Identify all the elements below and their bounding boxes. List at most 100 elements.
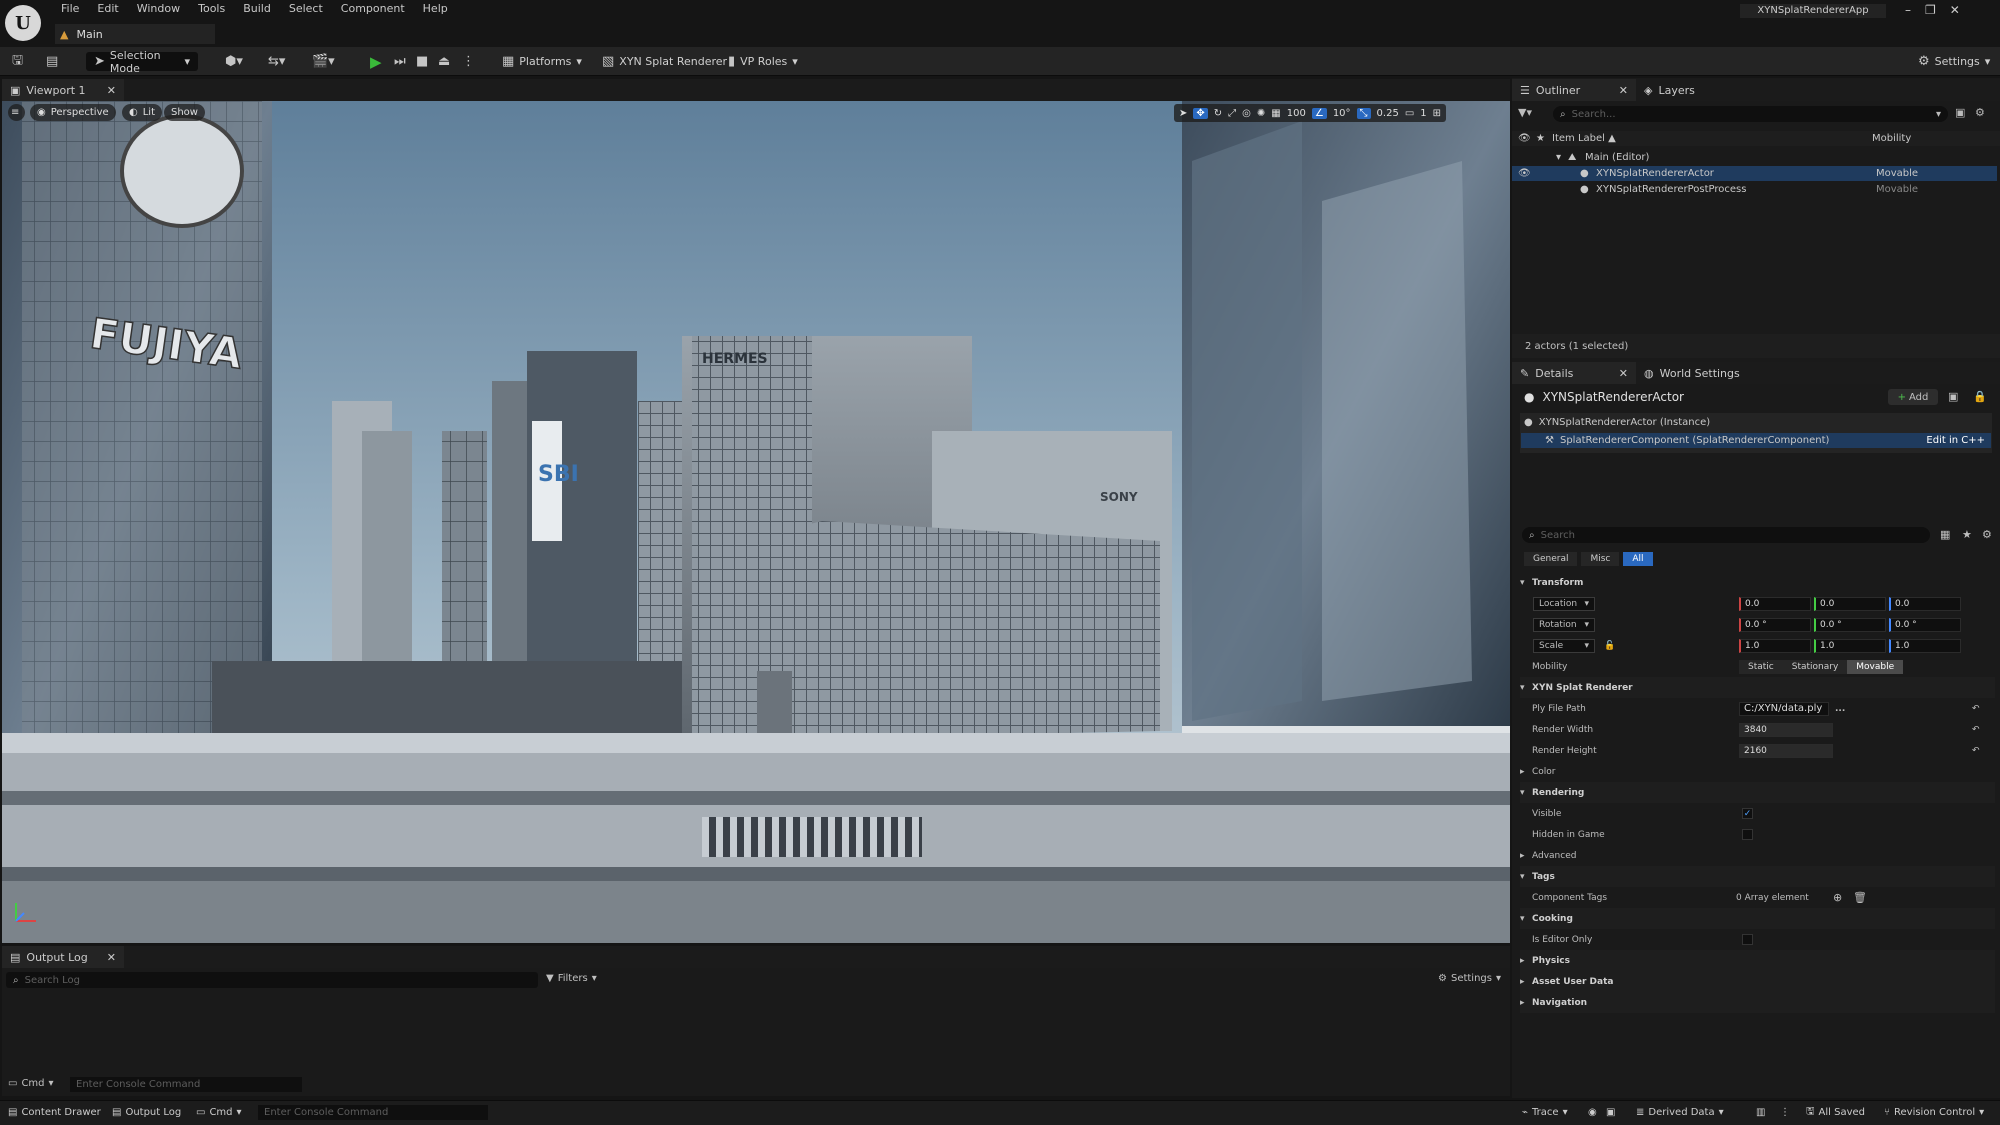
reset-icon[interactable]: ↶: [1972, 725, 1980, 735]
scale-x[interactable]: 1.0: [1739, 638, 1811, 653]
close-icon[interactable]: ✕: [1619, 84, 1628, 97]
stats-icon[interactable]: ▥: [1756, 1104, 1765, 1121]
component-item[interactable]: ⚒ SplatRendererComponent (SplatRendererC…: [1521, 433, 1991, 448]
settings-button[interactable]: ⚙ Settings ▾: [1918, 52, 1990, 71]
surface-snap-icon[interactable]: ✺: [1257, 108, 1265, 119]
tree-item-main-editor[interactable]: ▾ ⛰ Main (Editor): [1512, 150, 2000, 165]
stop-button[interactable]: ■: [416, 52, 428, 71]
derived-data-dropdown[interactable]: ≣ Derived Data ▾: [1636, 1104, 1724, 1121]
editor-only-checkbox[interactable]: [1742, 934, 1753, 945]
tab-world-settings[interactable]: ◍ World Settings: [1636, 362, 1748, 384]
favorites-icon[interactable]: ★: [1962, 528, 1972, 541]
output-log-button[interactable]: ▤ Output Log: [112, 1104, 181, 1121]
menu-window[interactable]: Window: [128, 2, 189, 16]
selection-mode-dropdown[interactable]: ➤ Selection Mode ▾: [86, 49, 198, 75]
edit-in-cpp-link[interactable]: Edit in C++: [1926, 435, 1985, 446]
scale-z[interactable]: 1.0: [1889, 638, 1961, 653]
log-search-input[interactable]: ⌕ Search Log: [6, 972, 538, 988]
content-browser-icon[interactable]: ▤: [46, 52, 58, 71]
cmd-dropdown[interactable]: ▭ Cmd ▾: [8, 1078, 54, 1089]
move-tool-icon[interactable]: ✥: [1193, 107, 1208, 119]
tags-section[interactable]: ▾ Tags: [1520, 866, 1995, 887]
location-y[interactable]: 0.0: [1814, 596, 1886, 611]
close-icon[interactable]: ✕: [1950, 3, 1960, 17]
revision-control-dropdown[interactable]: ⑂ Revision Control ▾: [1884, 1104, 1984, 1121]
filter-misc[interactable]: Misc: [1581, 552, 1620, 566]
level-viewport[interactable]: SBI HERMES SONY FUJIYA: [2, 101, 1510, 943]
step-button[interactable]: ⏭: [394, 52, 406, 71]
menu-file[interactable]: File: [52, 2, 88, 16]
xyn-section[interactable]: ▾ XYN Splat Renderer: [1520, 677, 1995, 698]
actor-name[interactable]: XYNSplatRendererActor: [1542, 390, 1684, 404]
tab-details[interactable]: ✎ Details ✕: [1512, 362, 1636, 384]
details-settings-icon[interactable]: ⚙: [1982, 528, 1992, 541]
scale-tool-icon[interactable]: ⤢: [1228, 108, 1236, 119]
grid-size-value[interactable]: 100: [1287, 108, 1306, 119]
world-local-icon[interactable]: ◎: [1242, 108, 1251, 119]
tab-layers[interactable]: ◈ Layers: [1636, 79, 1703, 101]
transform-section[interactable]: ▾ Transform: [1520, 572, 1995, 593]
menu-help[interactable]: Help: [414, 2, 457, 16]
scale-snap-icon[interactable]: ⤡: [1356, 107, 1371, 119]
status-console-input[interactable]: Enter Console Command: [258, 1105, 488, 1120]
add-element-icon[interactable]: ⊕: [1833, 891, 1842, 904]
tree-item-actor[interactable]: 👁 ● XYNSplatRendererActor Movable: [1512, 166, 1997, 181]
rotation-dropdown[interactable]: Rotation ▾: [1533, 617, 1595, 632]
xyn-splat-button[interactable]: ▧ XYN Splat Renderer: [602, 52, 727, 71]
record-icon[interactable]: ◉: [1588, 1104, 1597, 1121]
trash-icon[interactable]: 🗑: [1853, 891, 1867, 904]
tab-output-log[interactable]: ▤ Output Log ✕: [2, 946, 124, 968]
cinematics-button[interactable]: 🎬▾: [312, 52, 335, 71]
render-height-input[interactable]: 2160: [1739, 743, 1833, 758]
lock-ratio-icon[interactable]: 🔓: [1604, 641, 1615, 651]
vp-roles-dropdown[interactable]: ▮ VP Roles ▾: [728, 52, 798, 71]
filter-all[interactable]: All: [1623, 552, 1653, 566]
rendering-section[interactable]: ▾ Rendering: [1520, 782, 1995, 803]
item-label-column[interactable]: Item Label ▲: [1552, 133, 1616, 144]
blueprint-button[interactable]: ⇆▾: [268, 52, 285, 71]
physics-section[interactable]: ▸ Physics: [1520, 950, 1995, 971]
property-matrix-icon[interactable]: ▦: [1940, 528, 1950, 541]
cooking-section[interactable]: ▾ Cooking: [1520, 908, 1995, 929]
play-options-icon[interactable]: ⋮: [462, 52, 475, 71]
hidden-in-game-checkbox[interactable]: [1742, 829, 1753, 840]
lock-icon[interactable]: 🔒: [1973, 390, 1987, 403]
filter-icon[interactable]: ▼▾: [1518, 106, 1532, 119]
navigation-section[interactable]: ▸ Navigation: [1520, 992, 1995, 1013]
log-settings-dropdown[interactable]: ⚙ Settings ▾: [1438, 973, 1501, 984]
rotation-x[interactable]: 0.0 °: [1739, 617, 1811, 632]
close-icon[interactable]: ✕: [107, 84, 116, 97]
location-dropdown[interactable]: Location ▾: [1533, 596, 1595, 611]
mobility-movable[interactable]: Movable: [1847, 659, 1904, 674]
outliner-search-input[interactable]: ⌕ Search... ▾: [1553, 106, 1948, 122]
expand-arrow-icon[interactable]: ▾: [1556, 152, 1561, 163]
filters-dropdown[interactable]: ▼ Filters ▾: [546, 973, 597, 984]
mobility-column[interactable]: Mobility: [1872, 133, 1911, 144]
menu-edit[interactable]: Edit: [88, 2, 127, 16]
platforms-dropdown[interactable]: ▦ Platforms ▾: [502, 52, 582, 71]
menu-select[interactable]: Select: [280, 2, 332, 16]
close-icon[interactable]: ✕: [1619, 367, 1628, 380]
scale-dropdown[interactable]: Scale ▾: [1533, 638, 1595, 653]
status-cmd-dropdown[interactable]: ▭ Cmd ▾: [196, 1104, 242, 1121]
camera-speed-value[interactable]: 1: [1420, 108, 1426, 119]
grid-snap-icon[interactable]: ▦: [1271, 108, 1280, 119]
maximize-viewport-icon[interactable]: ⊞: [1433, 108, 1441, 119]
mobility-static[interactable]: Static: [1739, 659, 1783, 674]
unreal-logo-icon[interactable]: U: [5, 5, 41, 41]
tab-outliner[interactable]: ☰ Outliner ✕: [1512, 79, 1636, 101]
advanced-section[interactable]: ▸ Advanced: [1520, 845, 1995, 866]
viewport-menu-icon[interactable]: ≡: [8, 104, 25, 121]
show-button[interactable]: Show: [164, 104, 205, 121]
select-tool-icon[interactable]: ➤: [1179, 108, 1187, 119]
menu-build[interactable]: Build: [234, 2, 280, 16]
add-actor-button[interactable]: ⬢▾: [225, 52, 243, 71]
location-z[interactable]: 0.0: [1889, 596, 1961, 611]
restore-icon[interactable]: ❐: [1925, 3, 1936, 17]
reset-icon[interactable]: ↶: [1972, 746, 1980, 756]
asset-user-data-section[interactable]: ▸ Asset User Data: [1520, 971, 1995, 992]
perspective-button[interactable]: ◉ Perspective: [30, 104, 116, 121]
menu-tools[interactable]: Tools: [189, 2, 234, 16]
lit-button[interactable]: ◐ Lit: [122, 104, 163, 121]
add-folder-icon[interactable]: ▣: [1955, 106, 1965, 119]
